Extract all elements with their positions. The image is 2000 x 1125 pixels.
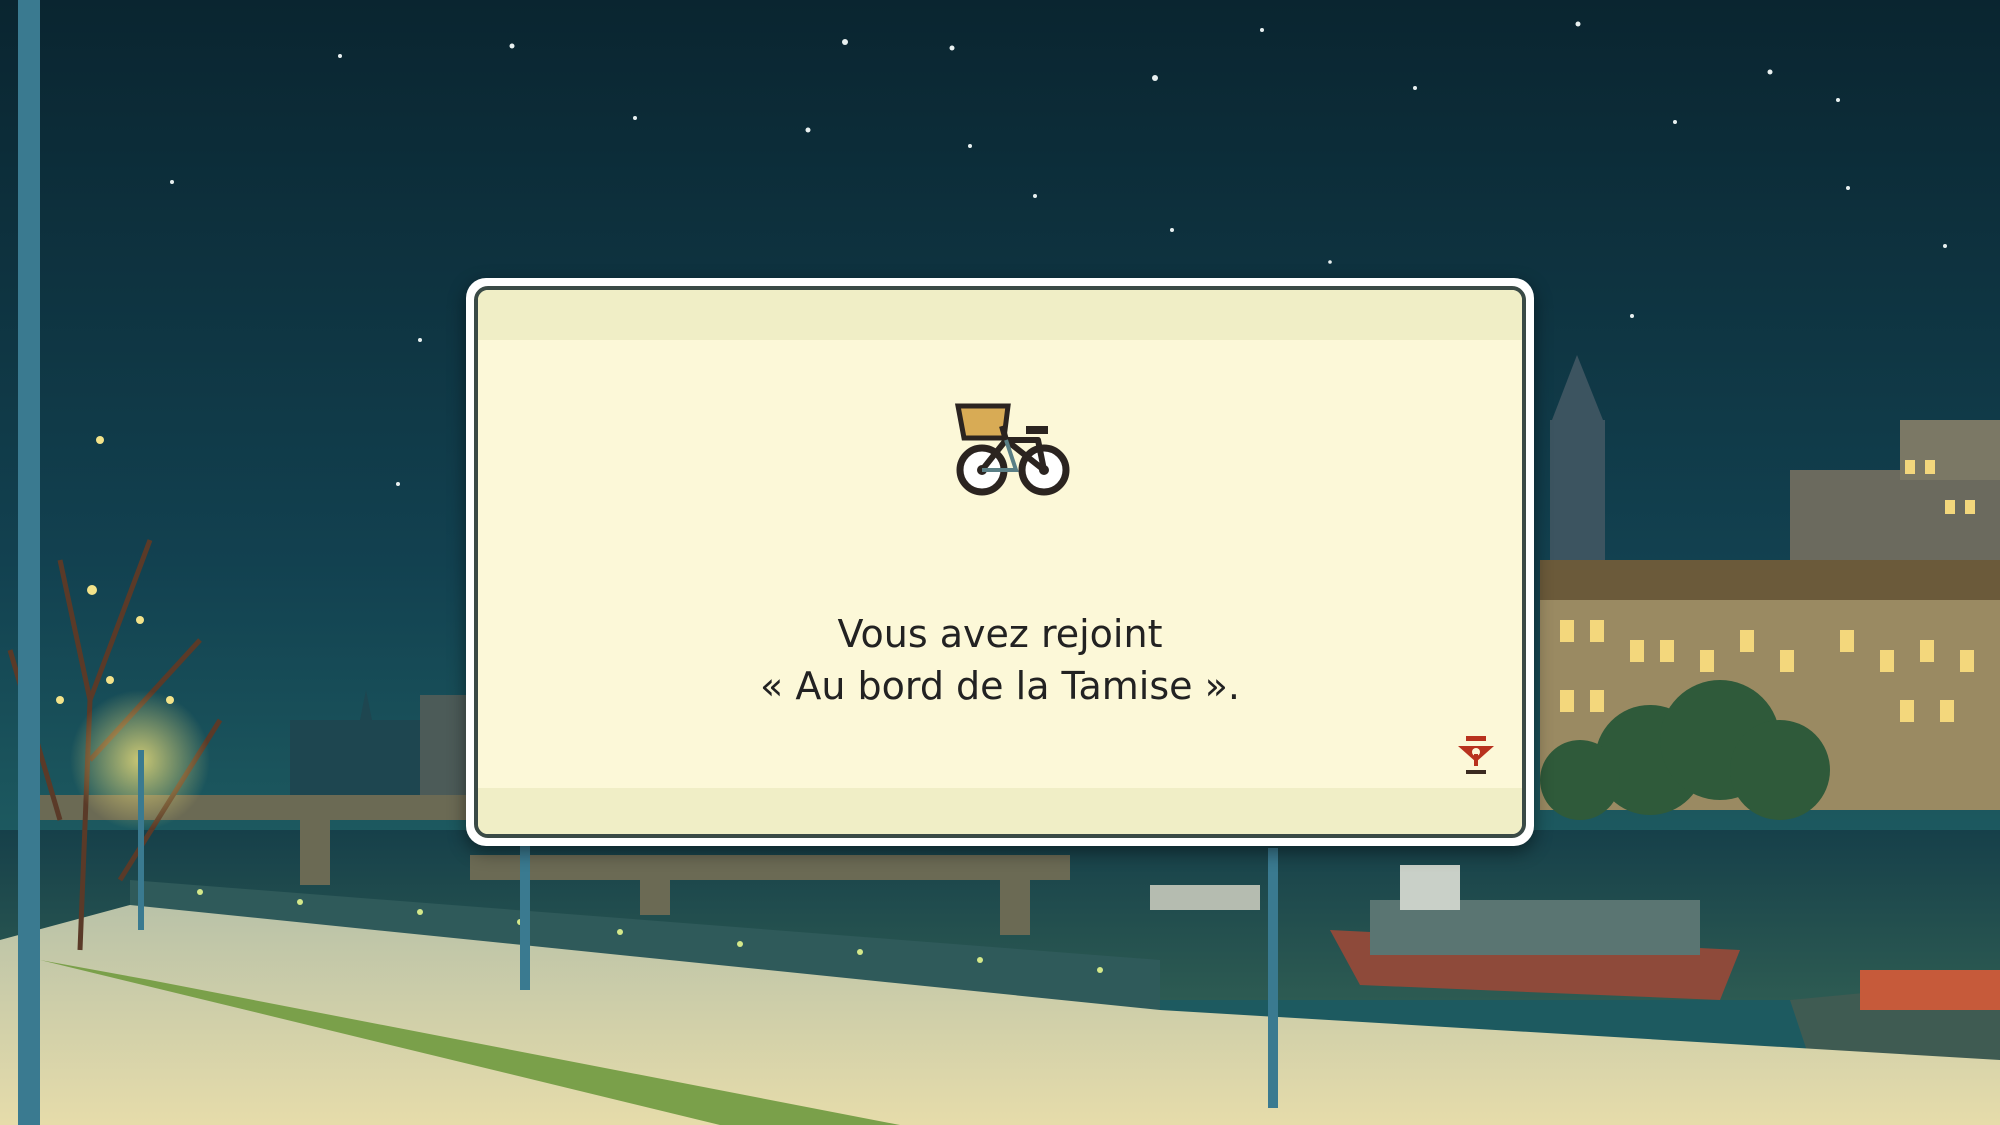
message-line-2: « Au bord de la Tamise ». [760, 664, 1240, 708]
message-dialog[interactable]: Vous avez rejoint « Au bord de la Tamise… [466, 278, 1534, 846]
dialog-panel: Vous avez rejoint « Au bord de la Tamise… [474, 286, 1526, 838]
dialog-footer-band [478, 788, 1522, 834]
bicycle-icon [954, 403, 1070, 496]
dialog-header-band [478, 290, 1522, 340]
dialog-message: Vous avez rejoint « Au bord de la Tamise… [478, 608, 1522, 712]
next-page-icon[interactable] [1452, 732, 1500, 780]
message-line-1: Vous avez rejoint [837, 612, 1163, 656]
